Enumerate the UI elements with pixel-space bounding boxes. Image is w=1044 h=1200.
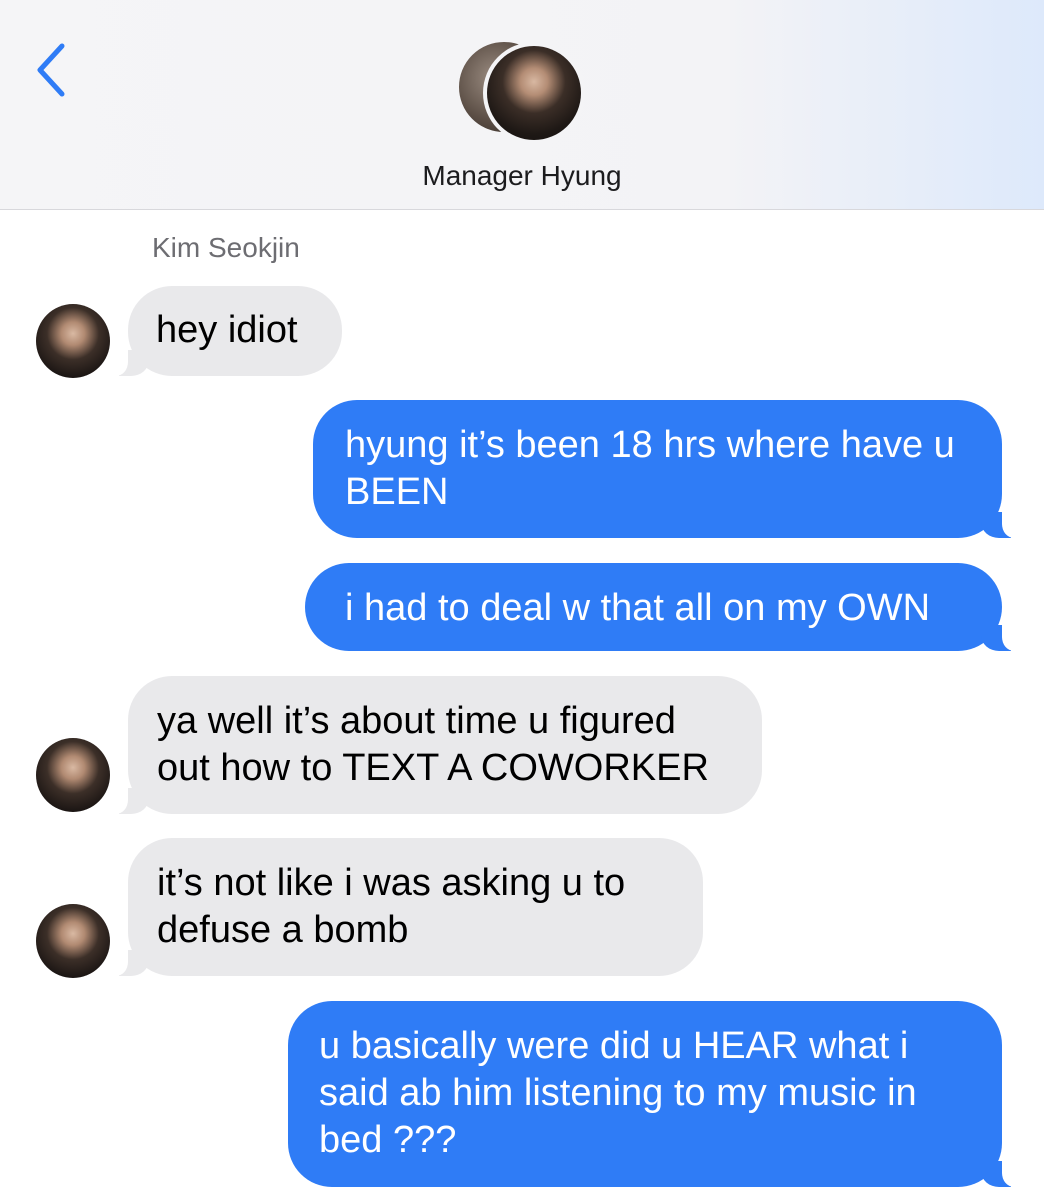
incoming-message-bubble[interactable]: hey idiot — [109, 286, 342, 376]
chevron-left-icon — [37, 43, 65, 97]
conversation-header: Manager Hyung — [0, 0, 1044, 210]
message-text: hey idiot — [156, 309, 298, 351]
outgoing-message-bubble[interactable]: u basically were did u HEAR what i said … — [288, 1001, 1021, 1187]
message-text: it’s not like i was asking u to defuse a… — [157, 862, 626, 951]
group-avatar-stack[interactable] — [457, 40, 587, 144]
sender-avatar[interactable] — [36, 904, 110, 978]
sender-avatar[interactable] — [36, 738, 110, 812]
message-text: i had to deal w that all on my OWN — [345, 587, 931, 629]
outgoing-message-bubble[interactable]: hyung it’s been 18 hrs where have u BEEN — [313, 400, 1021, 538]
outgoing-message-bubble[interactable]: i had to deal w that all on my OWN — [305, 563, 1021, 651]
sender-avatar[interactable] — [36, 304, 110, 378]
primary-avatar — [483, 42, 585, 144]
message-text: u basically were did u HEAR what i said … — [319, 1025, 917, 1161]
message-text: ya well it’s about time u figured out ho… — [157, 700, 709, 789]
incoming-message-bubble[interactable]: ya well it’s about time u figured out ho… — [109, 676, 762, 814]
back-button[interactable] — [30, 40, 78, 100]
incoming-message-bubble[interactable]: it’s not like i was asking u to defuse a… — [109, 838, 703, 976]
message-text: hyung it’s been 18 hrs where have u BEEN — [345, 424, 955, 513]
sender-name-label: Kim Seokjin — [152, 232, 300, 263]
contact-name[interactable]: Manager Hyung — [0, 160, 1044, 192]
